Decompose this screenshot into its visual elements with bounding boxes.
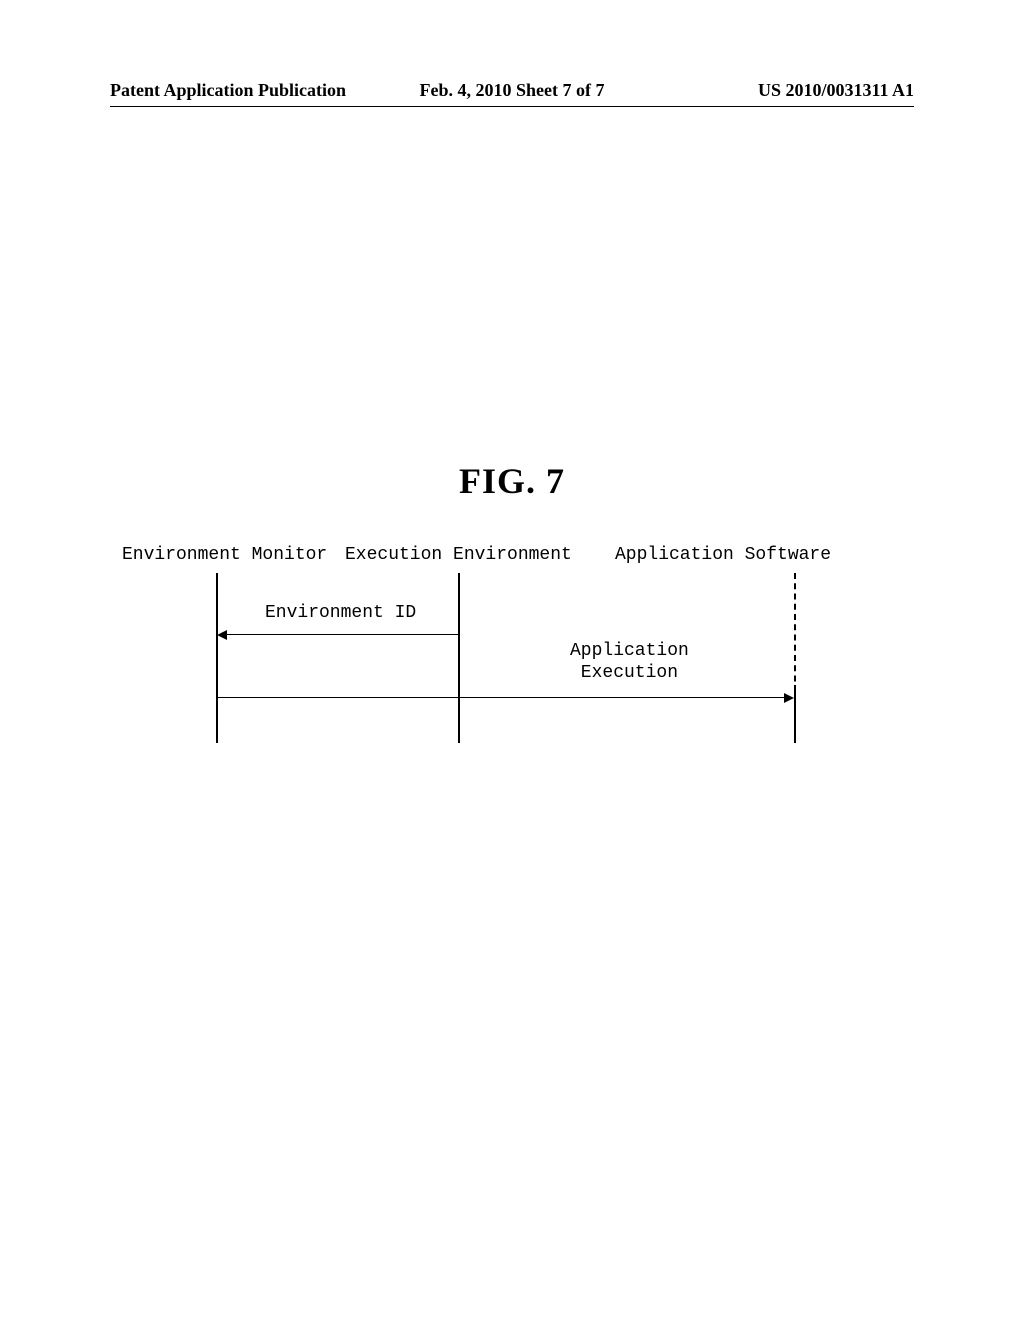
message-application-execution-arrowhead: [784, 693, 794, 703]
message-environment-id-arrowhead: [217, 630, 227, 640]
header-publication-number: US 2010/0031311 A1: [646, 80, 914, 101]
message-environment-id-arrow: [226, 634, 459, 635]
message-environment-id-label: Environment ID: [265, 603, 416, 623]
message-application-execution-line1: Application: [570, 641, 689, 661]
message-application-execution-line2: Execution: [581, 663, 678, 683]
header-publication-type: Patent Application Publication: [110, 80, 378, 101]
participant-execution-environment: Execution Environment: [345, 545, 572, 565]
header-date-sheet: Feb. 4, 2010 Sheet 7 of 7: [378, 80, 646, 101]
sequence-diagram: Environment Monitor Execution Environmen…: [110, 545, 900, 765]
participant-environment-monitor: Environment Monitor: [122, 545, 327, 565]
header-rule: [110, 106, 914, 107]
lifeline-execution-environment: [458, 573, 460, 743]
participant-application-software: Application Software: [615, 545, 831, 565]
message-application-execution-label: Application Execution: [570, 640, 689, 684]
lifeline-application-software-solid: [794, 685, 796, 743]
page-header: Patent Application Publication Feb. 4, 2…: [0, 80, 1024, 101]
figure-title: FIG. 7: [0, 460, 1024, 502]
lifeline-environment-monitor: [216, 573, 218, 743]
message-application-execution-arrow: [218, 697, 784, 698]
